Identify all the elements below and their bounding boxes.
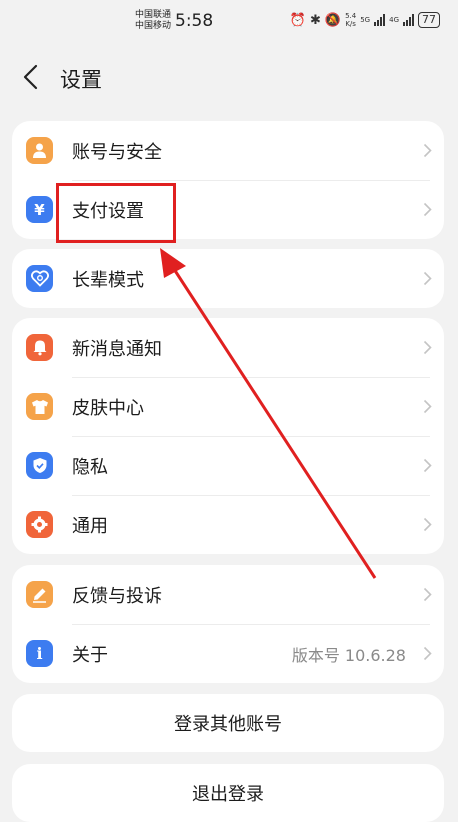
login-other-account-button[interactable]: 登录其他账号: [12, 694, 444, 752]
settings-item-label: 隐私: [72, 456, 108, 478]
chevron-right-icon: [423, 587, 432, 602]
settings-item-label: 账号与安全: [72, 141, 162, 163]
chevron-right-icon: [423, 202, 432, 217]
page-title: 设置: [60, 68, 102, 92]
highlight-box: [56, 183, 176, 243]
chevron-right-icon: [423, 458, 432, 473]
shirt-icon: [26, 393, 53, 420]
settings-item-feedback[interactable]: 反馈与投诉: [12, 565, 444, 624]
settings-item-elder-mode[interactable]: 长辈模式: [12, 249, 444, 308]
info-icon: i: [26, 640, 53, 667]
carrier-1: 中国联通: [135, 10, 172, 20]
logout-button[interactable]: 退出登录: [12, 764, 444, 822]
settings-item-privacy[interactable]: 隐私: [12, 436, 444, 495]
back-arrow-icon: [23, 64, 38, 90]
chevron-right-icon: [423, 340, 432, 355]
gear-icon: [26, 511, 53, 538]
settings-item-label: 新消息通知: [72, 338, 162, 360]
pencil-icon: [26, 581, 53, 608]
carrier-2: 中国移动: [135, 21, 172, 31]
signal-icon-2: [403, 14, 414, 26]
chevron-right-icon: [423, 399, 432, 414]
alarm-icon: ⏰: [289, 12, 306, 28]
back-button[interactable]: [18, 62, 48, 92]
settings-item-label: 长辈模式: [72, 269, 144, 291]
carrier-info: 中国联通 中国移动: [135, 10, 171, 32]
signal-icon: [374, 14, 386, 26]
chevron-right-icon: [423, 517, 432, 532]
status-bar: 中国联通 中国移动 5:58 ⏰ ✱ 🔕 5.4 K/s 5G 4G 77: [0, 0, 458, 44]
settings-item-general[interactable]: 通用: [12, 495, 444, 554]
network-speed: 5.4 K/s: [345, 12, 357, 28]
settings-group-elder: 长辈模式: [12, 249, 444, 308]
shield-icon: [26, 452, 53, 479]
version-number: 版本号 10.6.28: [291, 645, 406, 665]
settings-item-about[interactable]: i 关于 版本号 10.6.28: [12, 624, 444, 683]
status-icons: ⏰ ✱ 🔕 5.4 K/s 5G 4G 77: [290, 12, 440, 28]
settings-item-skin-center[interactable]: 皮肤中心: [12, 377, 444, 436]
clock: 5:58: [175, 11, 214, 31]
network-5g-label: 5G: [360, 16, 371, 24]
settings-item-account-security[interactable]: 账号与安全: [12, 121, 444, 180]
chevron-right-icon: [423, 143, 432, 158]
mute-icon: 🔕: [324, 12, 342, 28]
network-4g-label: 4G: [389, 16, 399, 24]
bluetooth-icon: ✱: [309, 12, 321, 28]
settings-group-general: 新消息通知 皮肤中心 隐私 通用: [12, 318, 444, 554]
settings-group-about: 反馈与投诉 i 关于 版本号 10.6.28: [12, 565, 444, 683]
yuan-icon: ¥: [26, 196, 53, 223]
person-icon: [26, 137, 53, 164]
settings-item-label: 皮肤中心: [72, 397, 144, 419]
battery-icon: 77: [418, 12, 440, 28]
heart-icon: [26, 265, 53, 292]
settings-item-label: 通用: [72, 515, 108, 537]
chevron-right-icon: [423, 646, 432, 661]
settings-item-label: 关于: [72, 644, 108, 666]
chevron-right-icon: [423, 271, 432, 286]
settings-item-notifications[interactable]: 新消息通知: [12, 318, 444, 377]
bell-icon: [26, 334, 53, 361]
header: 设置: [0, 54, 458, 102]
settings-item-label: 反馈与投诉: [72, 585, 162, 607]
